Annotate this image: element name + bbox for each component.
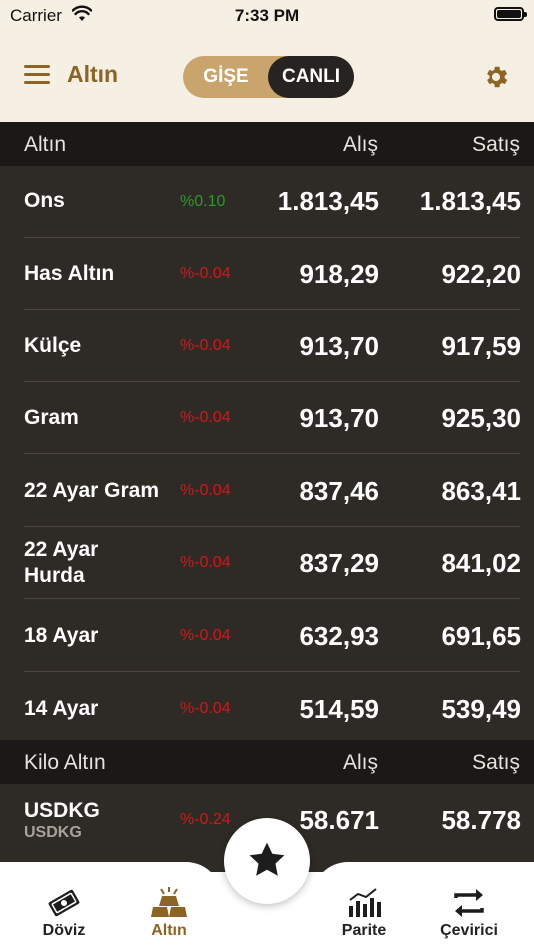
column-sell: Satış	[472, 751, 520, 774]
row-buy: 1.813,45	[277, 186, 379, 216]
favorites-button[interactable]	[224, 818, 310, 904]
row-subtitle: USDKG	[24, 824, 82, 841]
tab-label: Parite	[341, 922, 387, 939]
battery-icon	[494, 7, 527, 21]
header-bar: Carrier 7:33 PM Altın GİŞE CANLI	[0, 0, 534, 122]
bar-chart-icon	[349, 888, 381, 917]
row-sell: 691,65	[441, 621, 521, 651]
row-name: Gram	[24, 406, 79, 429]
kilo-table-header: Kilo Altın Alış Satış	[0, 740, 534, 784]
tab-label: Çevirici	[440, 922, 498, 939]
column-name: Kilo Altın	[24, 751, 106, 774]
row-sell: 917,59	[441, 331, 521, 361]
table-row[interactable]: 18 Ayar %-0.04 632,93 691,65	[0, 600, 534, 672]
exchange-arrows-icon	[454, 889, 484, 917]
table-row[interactable]: Has Altın %-0.04 918,29 922,20	[0, 238, 534, 310]
row-name: 22 Ayar Gram	[24, 479, 160, 502]
column-name: Altın	[24, 133, 67, 156]
tab-label: Altın	[151, 922, 187, 939]
gold-bars-icon	[151, 887, 187, 917]
row-divider	[24, 598, 520, 599]
row-buy: 632,93	[299, 621, 379, 651]
row-sell: 58.778	[441, 805, 521, 835]
clock: 7:33 PM	[234, 6, 300, 25]
table-row[interactable]: Gram %-0.04 913,70 925,30	[0, 382, 534, 454]
row-name: USDKG	[24, 799, 100, 822]
tab-label: Döviz	[42, 922, 86, 939]
column-buy: Alış	[342, 751, 378, 774]
table-row[interactable]: 22 Ayar Gram %-0.04 837,46 863,41	[0, 455, 534, 527]
row-divider	[24, 453, 520, 454]
row-name: Ons	[24, 189, 65, 212]
row-buy: 837,46	[299, 476, 379, 506]
price-source-toggle[interactable]: GİŞE CANLI	[183, 56, 354, 98]
row-sell: 1.813,45	[419, 186, 521, 216]
row-buy: 918,29	[299, 259, 379, 289]
table-row[interactable]: Ons %0.10 1.813,45 1.813,45	[0, 166, 534, 238]
toggle-gise[interactable]: GİŞE	[183, 56, 269, 98]
row-sell: 863,41	[441, 476, 521, 506]
row-buy: 514,59	[299, 694, 379, 724]
row-name: 18 Ayar	[24, 624, 99, 647]
page-title: Altın	[67, 61, 119, 87]
tab-parite[interactable]: Parite	[319, 886, 409, 940]
status-bar: Carrier 7:33 PM	[0, 0, 534, 32]
gold-table-header: Altın Alış Satış	[0, 122, 534, 166]
tab-altin[interactable]: Altın	[124, 886, 214, 940]
tab-doviz[interactable]: Döviz	[19, 886, 109, 940]
row-buy: 913,70	[299, 331, 379, 361]
tab-cevirici[interactable]: Çevirici	[424, 886, 514, 940]
row-sell: 925,30	[441, 403, 521, 433]
row-name: Has Altın	[24, 262, 115, 285]
column-sell: Satış	[472, 133, 520, 156]
row-name: 14 Ayar	[24, 697, 99, 720]
row-sell: 841,02	[441, 548, 521, 578]
table-row[interactable]: 14 Ayar %-0.04 514,59 539,49	[0, 672, 534, 740]
star-icon	[249, 842, 285, 876]
column-buy: Alış	[342, 133, 378, 156]
row-name: Külçe	[24, 334, 82, 357]
money-icon	[48, 889, 80, 917]
row-sell: 539,49	[441, 694, 521, 724]
gear-icon[interactable]	[482, 63, 510, 91]
table-row[interactable]: 22 Ayar Hurda %-0.04 837,29 841,02	[0, 527, 534, 599]
row-buy: 837,29	[299, 548, 379, 578]
row-buy: 913,70	[299, 403, 379, 433]
table-row[interactable]: Külçe %-0.04 913,70 917,59	[0, 310, 534, 382]
row-name: 22 Ayar Hurda	[24, 538, 99, 587]
row-sell: 922,20	[441, 259, 521, 289]
toggle-canli[interactable]: CANLI	[268, 56, 354, 98]
hamburger-menu-icon[interactable]	[24, 65, 50, 85]
